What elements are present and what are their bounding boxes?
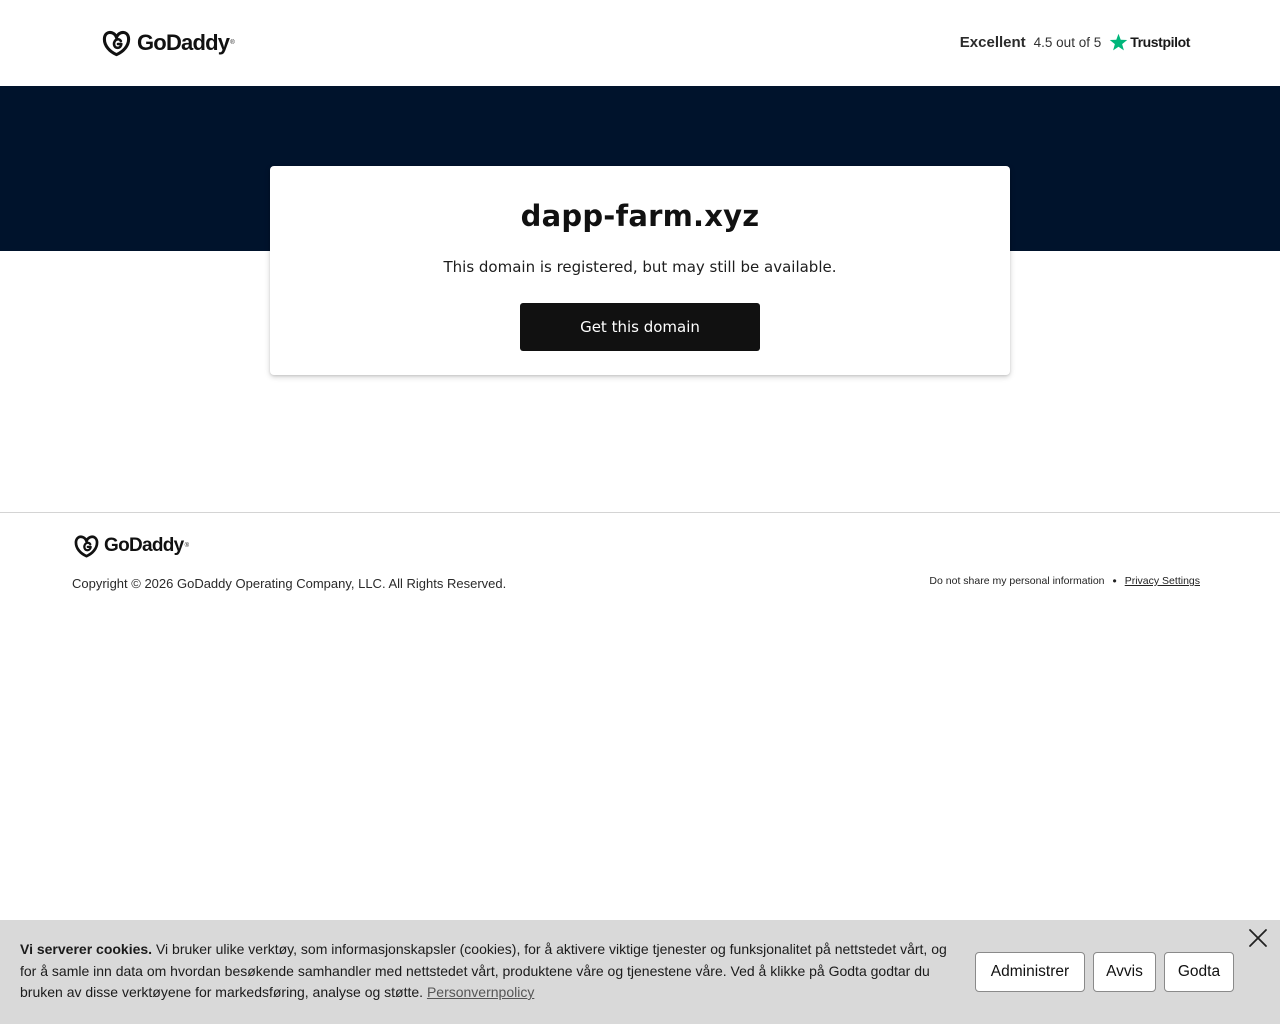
footer-brand-wordmark: GoDaddy® [104, 535, 189, 556]
footer-link-separator: • [1112, 574, 1117, 588]
brand-wordmark: GoDaddy® [137, 30, 235, 55]
domain-status: This domain is registered, but may still… [443, 258, 837, 276]
do-not-share-link[interactable]: Do not share my personal information [929, 575, 1104, 587]
footer-godaddy-logo[interactable]: GoDaddy® [73, 533, 189, 559]
copyright-text: Copyright © 2026 GoDaddy Operating Compa… [72, 576, 507, 591]
trustpilot-star-icon [1110, 33, 1128, 50]
cookie-banner: Vi serverer cookies. Vi bruker ulike ver… [0, 920, 1280, 1024]
cookie-message: Vi serverer cookies. Vi bruker ulike ver… [20, 939, 955, 1004]
get-domain-button[interactable]: Get this domain [520, 303, 760, 351]
site-header: GoDaddy® Excellent 4.5 out of 5 Trustpil… [0, 0, 1280, 86]
privacy-policy-link[interactable]: Personvernpolicy [427, 984, 534, 1000]
rating-score: 4.5 out of 5 [1033, 34, 1102, 50]
reject-cookies-button[interactable]: Avvis [1093, 952, 1156, 992]
manage-cookies-button[interactable]: Administrer [975, 952, 1085, 992]
cookie-heading: Vi serverer cookies. [20, 941, 153, 957]
godaddy-logo[interactable]: GoDaddy® [101, 28, 235, 58]
accept-cookies-button[interactable]: Godta [1164, 952, 1234, 992]
domain-name: dapp-farm.xyz [520, 199, 760, 233]
trustpilot-wordmark: Trustpilot [1130, 34, 1190, 50]
close-icon [1249, 929, 1267, 947]
trustpilot-rating[interactable]: Excellent 4.5 out of 5 Trustpilot [960, 30, 1190, 54]
footer-links: Do not share my personal information • P… [929, 574, 1200, 588]
privacy-settings-link[interactable]: Privacy Settings [1125, 575, 1200, 587]
close-banner-button[interactable] [1247, 927, 1269, 949]
rating-label: Excellent [959, 33, 1026, 51]
domain-card: dapp-farm.xyz This domain is registered,… [270, 166, 1010, 375]
site-footer: GoDaddy® Copyright © 2026 GoDaddy Operat… [0, 512, 1280, 612]
godaddy-logo-icon [74, 535, 99, 558]
godaddy-logo-icon [102, 30, 131, 57]
